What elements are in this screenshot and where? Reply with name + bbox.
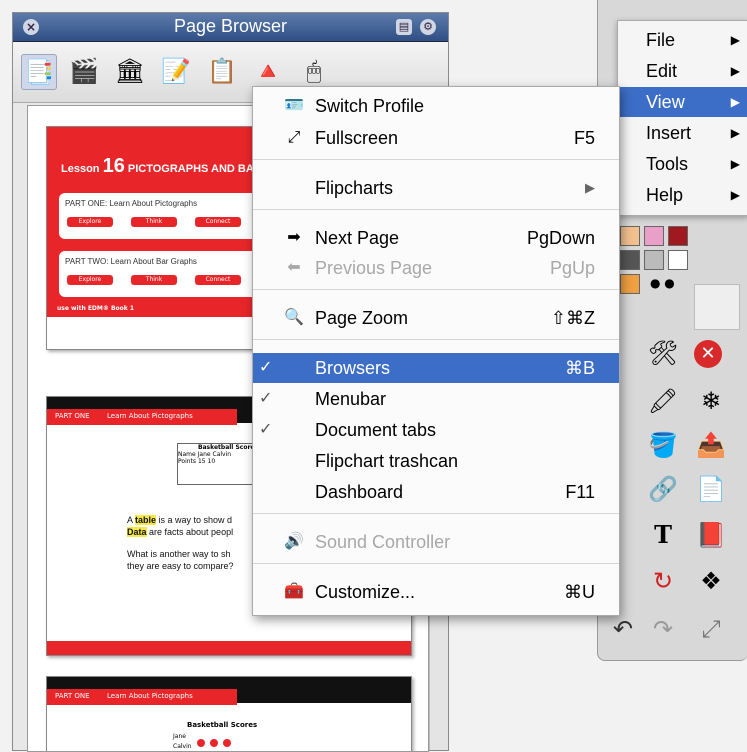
menu-item-menubar[interactable]: ✓ Menubar xyxy=(253,384,619,414)
slide-line-1: A table is a way to show d xyxy=(127,515,233,525)
window-options-icon[interactable]: ⚙ xyxy=(420,19,436,35)
menu-item-file[interactable]: File ▶ xyxy=(618,25,747,55)
menu-item-browsers[interactable]: ✓ Browsers ⌘B xyxy=(253,353,619,383)
customize-icon: 🧰 xyxy=(284,583,304,600)
resource-browser-icon[interactable]: 🎬 xyxy=(67,54,101,88)
page-browser-icon[interactable]: 📑 xyxy=(21,54,57,90)
grid-icon[interactable]: ❖ xyxy=(694,564,728,598)
fullscreen-icon: ⤢ xyxy=(287,129,301,146)
color-swatch[interactable] xyxy=(668,250,688,270)
color-swatch[interactable] xyxy=(620,250,640,270)
menu-separator xyxy=(253,513,619,514)
color-swatch[interactable] xyxy=(620,274,640,294)
undo-icon[interactable]: ↶ xyxy=(606,612,640,646)
menu-item-flipchart-trashcan[interactable]: Flipchart trashcan xyxy=(253,446,619,476)
menu-separator xyxy=(253,289,619,290)
lesson-title: Lesson 16 PICTOGRAPHS AND BA xyxy=(61,155,254,177)
color-swatch[interactable] xyxy=(644,250,664,270)
slide-line-4: they are easy to compare? xyxy=(127,561,234,571)
checkmark-icon: ✓ xyxy=(259,390,273,407)
row-label: Jane xyxy=(173,733,186,740)
connect-button: Connect xyxy=(195,275,241,285)
fullscreen-tool-icon[interactable]: ⤢ xyxy=(694,612,728,646)
checkmark-icon: ✓ xyxy=(259,421,273,438)
slide-footer xyxy=(47,641,411,655)
magic-ink-icon[interactable]: ❄ xyxy=(694,384,728,418)
slide-tab-title: Learn About Pictographs xyxy=(107,692,193,700)
menu-item-view[interactable]: View ▶ xyxy=(618,87,747,117)
score-icons xyxy=(197,732,232,751)
menu-item-tools[interactable]: Tools ▶ xyxy=(618,149,747,179)
explore-button: Explore xyxy=(67,217,113,227)
redo-icon[interactable]: ↷ xyxy=(646,612,680,646)
submenu-arrow-icon: ▶ xyxy=(585,180,595,195)
part-two-label: PART TWO: Learn About Bar Graphs xyxy=(65,257,197,266)
pen-width-dots[interactable]: ● ● xyxy=(650,276,675,290)
sound-controller-icon: 🔊 xyxy=(284,533,304,550)
slide-tab-part: PART ONE xyxy=(55,692,90,700)
menu-item-edit[interactable]: Edit ▶ xyxy=(618,56,747,86)
menu-separator xyxy=(253,209,619,210)
slide-tab-part: PART ONE xyxy=(55,412,90,420)
voting-browser-icon[interactable]: 🖱 xyxy=(297,54,331,88)
menu-item-sound-controller: 🔊 Sound Controller xyxy=(253,527,619,557)
color-swatch[interactable] xyxy=(620,226,640,246)
explore-button: Explore xyxy=(67,275,113,285)
menu-separator xyxy=(253,159,619,160)
zoom-icon: 🔍 xyxy=(284,309,304,326)
page-thumbnail-3[interactable]: PART ONE Learn About Pictographs Basketb… xyxy=(46,676,412,751)
color-preview xyxy=(694,284,740,330)
menu-item-flipcharts[interactable]: Flipcharts ▶ xyxy=(253,173,619,203)
slide-tab: PART ONE Learn About Pictographs xyxy=(47,409,237,425)
menu-item-fullscreen[interactable]: ⤢ Fullscreen F5 xyxy=(253,123,619,153)
delete-page-icon[interactable]: 📕 xyxy=(694,518,728,552)
next-page-icon: ➡ xyxy=(287,229,301,246)
fill-icon[interactable]: 🪣 xyxy=(646,428,680,462)
page-browser-titlebar[interactable]: × Page Browser ▤ ⚙ xyxy=(13,13,448,42)
menu-item-insert[interactable]: Insert ▶ xyxy=(618,118,747,148)
menu-item-dashboard[interactable]: Dashboard F11 xyxy=(253,477,619,507)
property-browser-icon[interactable]: 📋 xyxy=(205,54,239,88)
part-one-label: PART ONE: Learn About Pictographs xyxy=(65,199,198,208)
color-swatch[interactable] xyxy=(668,226,688,246)
slide-tab: PART ONE Learn About Pictographs xyxy=(47,689,237,705)
connector-icon[interactable]: 🔗 xyxy=(646,472,680,506)
close-icon[interactable]: ✕ xyxy=(694,340,722,368)
page-browser-title: Page Browser xyxy=(173,16,288,36)
menu-separator xyxy=(253,339,619,340)
menu-item-document-tabs[interactable]: ✓ Document tabs xyxy=(253,415,619,445)
upload-icon[interactable]: 📤 xyxy=(694,428,728,462)
slide-line-3: What is another way to sh xyxy=(127,549,231,559)
think-button: Think xyxy=(131,217,177,227)
table-title: Basketball Scores xyxy=(187,721,258,729)
think-button: Think xyxy=(131,275,177,285)
action-browser-icon[interactable]: 🔺 xyxy=(251,54,285,88)
text-tool-icon[interactable]: T xyxy=(646,518,680,552)
menu-item-switch-profile[interactable]: 🪪 Switch Profile xyxy=(253,91,619,121)
notes-browser-icon[interactable]: 📝 xyxy=(159,54,193,88)
slide-line-2: Data are facts about peopl xyxy=(127,527,234,537)
menu-item-previous-page: ⬅ Previous Page PgUp xyxy=(253,253,619,283)
menu-item-customize[interactable]: 🧰 Customize... ⌘U xyxy=(253,577,619,607)
previous-page-icon: ⬅ xyxy=(287,259,301,276)
view-submenu: 🪪 Switch Profile ⤢ Fullscreen F5 Flipcha… xyxy=(252,86,620,616)
page-icon[interactable]: 📄 xyxy=(694,472,728,506)
switch-profile-icon: 🪪 xyxy=(284,97,304,114)
menu-separator xyxy=(253,563,619,564)
main-menu: File ▶ Edit ▶ View ▶ Insert ▶ Tools ▶ Help ▶ xyxy=(617,20,747,216)
menu-item-help[interactable]: Help ▶ xyxy=(618,180,747,210)
reset-icon[interactable]: ↻ xyxy=(646,564,680,598)
connect-button: Connect xyxy=(195,217,241,227)
lesson-footer: use with EDM® Book 1 xyxy=(57,305,135,312)
color-swatch[interactable] xyxy=(644,226,664,246)
window-menu-icon[interactable]: ▤ xyxy=(396,19,412,35)
menu-item-page-zoom[interactable]: 🔍 Page Zoom ⇧⌘Z xyxy=(253,303,619,333)
object-browser-icon[interactable]: 🏛 xyxy=(113,54,147,88)
checkmark-icon: ✓ xyxy=(259,359,273,376)
highlighter-icon[interactable]: 🖍 xyxy=(646,384,680,418)
tools-icon[interactable]: 🛠 xyxy=(646,336,680,370)
menu-item-next-page[interactable]: ➡ Next Page PgDown xyxy=(253,223,619,253)
slide-tab-title: Learn About Pictographs xyxy=(107,412,193,420)
